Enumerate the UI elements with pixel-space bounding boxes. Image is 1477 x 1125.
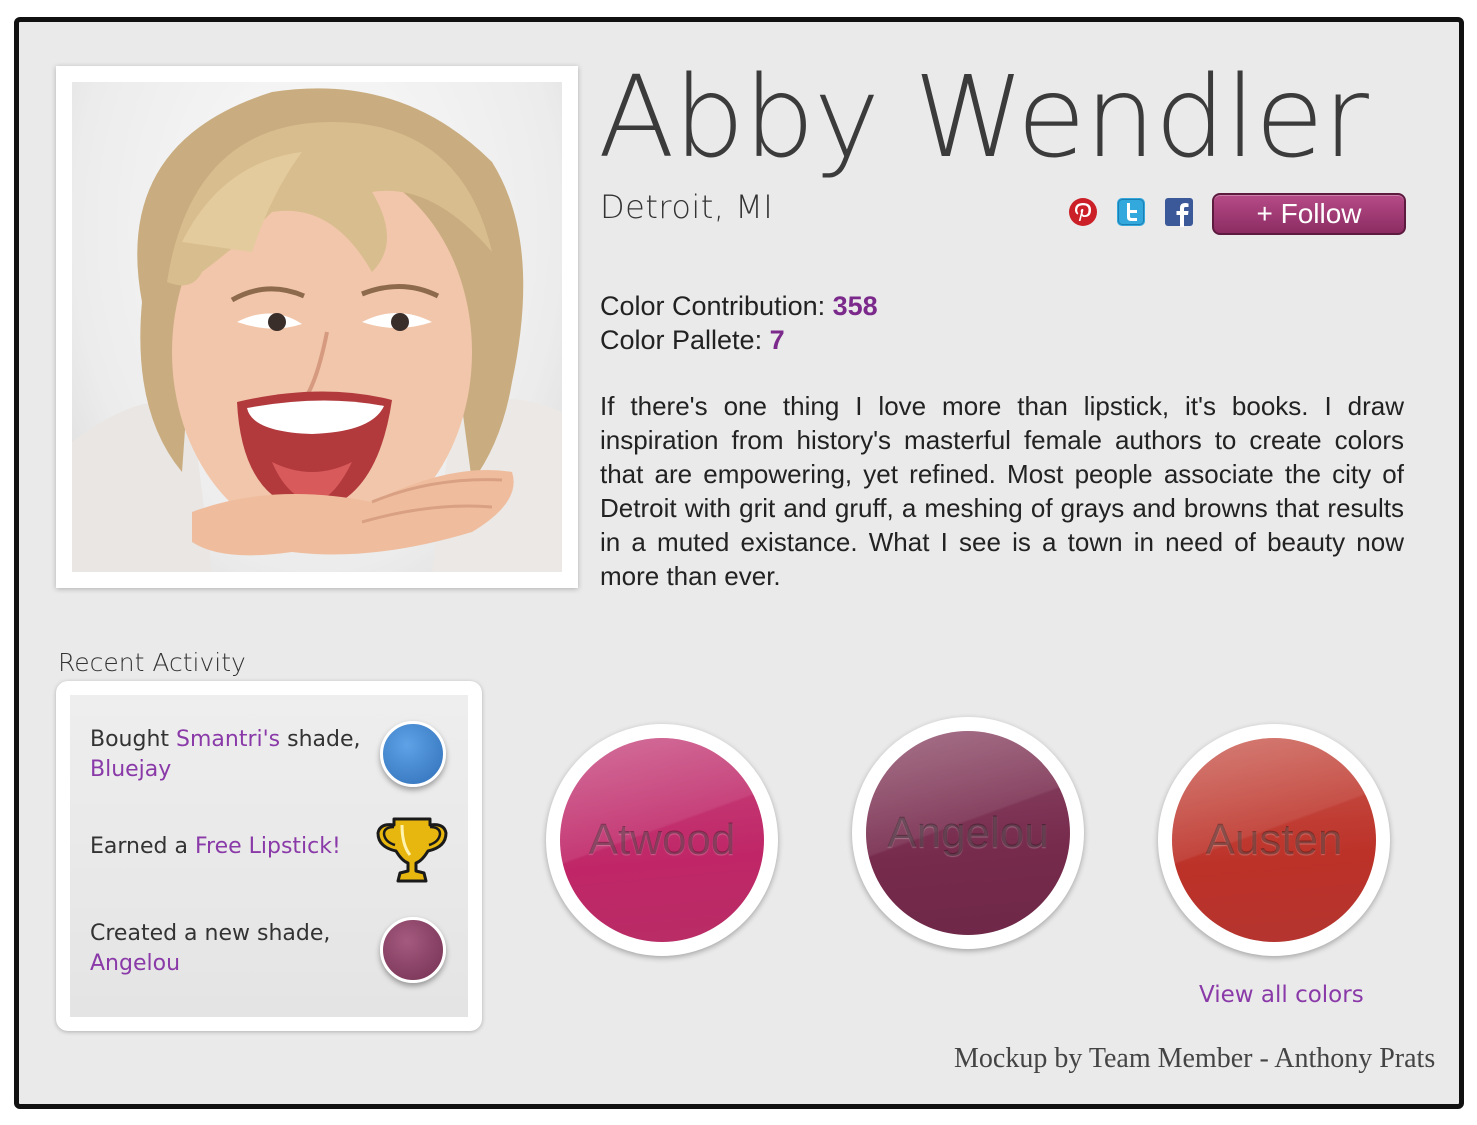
swatch-austen-label: Austen (1205, 815, 1343, 864)
activity-text: Created a new shade, (90, 921, 331, 946)
profile-photo (72, 82, 562, 572)
profile-bio: If there's one thing I love more than li… (600, 391, 1404, 591)
angelou-swatch-icon[interactable] (380, 917, 446, 983)
recent-activity-panel: Bought Smantri's shade, Bluejay Earned a… (56, 681, 482, 1031)
profile-name: Abby Wendler (598, 53, 1369, 183)
shade-link-bluejay[interactable]: Bluejay (90, 757, 171, 782)
pinterest-icon[interactable] (1068, 197, 1098, 227)
blue-swatch-icon[interactable] (380, 721, 446, 787)
activity-text: Bought (90, 727, 177, 752)
twitter-icon[interactable] (1116, 197, 1146, 227)
color-contribution-value: 358 (832, 291, 878, 321)
swatch-angelou[interactable]: Angelou (852, 717, 1084, 949)
follow-button[interactable]: + Follow (1212, 193, 1406, 235)
activity-item: Bought Smantri's shade, Bluejay (90, 725, 370, 785)
shade-link-angelou[interactable]: Angelou (90, 951, 180, 976)
color-contribution-label: Color Contribution: (600, 291, 826, 321)
recent-activity-list: Bought Smantri's shade, Bluejay Earned a… (70, 695, 468, 1017)
activity-item: Earned a Free Lipstick! (90, 832, 370, 862)
mockup-credit: Mockup by Team Member - Anthony Prats (954, 1043, 1436, 1074)
facebook-icon[interactable] (1164, 197, 1194, 227)
swatch-atwood-fill: Atwood (560, 738, 764, 942)
swatch-angelou-fill: Angelou (866, 731, 1070, 935)
profile-location: Detroit, MI (600, 188, 774, 226)
free-lipstick-link[interactable]: Free Lipstick! (195, 834, 341, 859)
seller-link[interactable]: Smantri's (176, 727, 280, 752)
trophy-icon (376, 815, 448, 885)
swatch-austen-fill: Austen (1172, 738, 1376, 942)
color-pallete-value: 7 (769, 325, 785, 355)
swatch-atwood-label: Atwood (588, 815, 736, 864)
color-pallete-stat: Color Pallete: 7 (600, 325, 785, 356)
swatch-angelou-label: Angelou (887, 808, 1049, 857)
activity-text: Earned a (90, 834, 195, 859)
swatch-atwood[interactable]: Atwood (546, 724, 778, 956)
profile-photo-frame (56, 66, 578, 588)
portrait-illustration (72, 88, 562, 572)
swatch-austen[interactable]: Austen (1158, 724, 1390, 956)
color-pallete-label: Color Pallete: (600, 325, 763, 355)
view-all-colors-link[interactable]: View all colors (1199, 982, 1364, 1008)
activity-text: shade, (280, 727, 361, 752)
recent-activity-heading: Recent Activity (58, 648, 246, 677)
activity-item: Created a new shade, Angelou (90, 919, 370, 979)
color-contribution-stat: Color Contribution: 358 (600, 291, 878, 322)
